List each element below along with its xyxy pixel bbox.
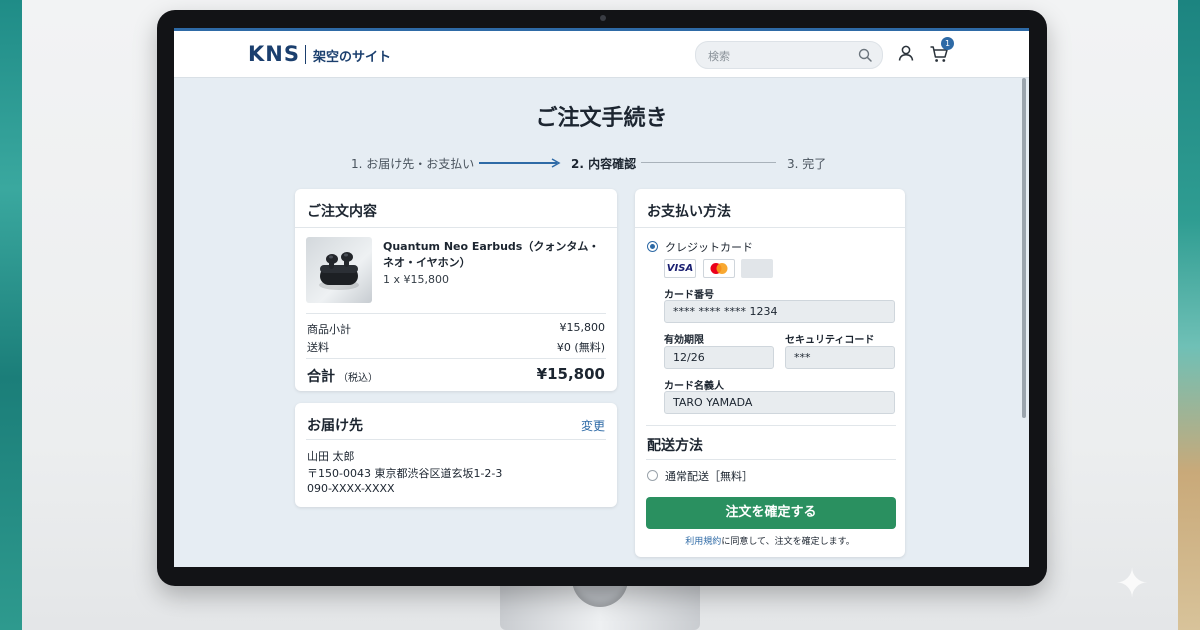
shipping-address-card: お届け先 変更 山田 太郎 〒150-0043 東京都渋谷区道玄坂1-2-3 0… — [295, 403, 617, 507]
card-holder-label: カード名義人 — [664, 381, 724, 392]
total-label-text: 合計 — [307, 369, 335, 385]
card-holder-input[interactable] — [673, 395, 886, 410]
subtotal-value: ¥15,800 — [559, 321, 606, 334]
backdrop-beach-right — [1178, 0, 1200, 630]
credit-card-radio[interactable] — [647, 241, 658, 252]
order-summary-title: ご注文内容 — [307, 204, 377, 220]
expiry-input[interactable] — [673, 350, 765, 365]
total-label: 合計 （税込） — [307, 366, 378, 386]
visa-logo: VISA — [664, 259, 696, 278]
shipping-address-title: お届け先 — [307, 418, 363, 434]
search-input[interactable] — [706, 46, 850, 66]
payment-card: お支払い方法 クレジットカード VISA カード番号 有効期限 セキュリティコー… — [635, 189, 905, 557]
mastercard-logo — [703, 259, 735, 278]
expiry-label: 有効期限 — [664, 335, 704, 346]
camera-icon — [600, 15, 606, 21]
terms-text: に同意して、注文を確定します。 — [721, 537, 855, 547]
mastercard-icon — [710, 263, 728, 274]
cvc-field[interactable] — [785, 346, 895, 369]
subtotal-label: 商品小計 — [307, 323, 351, 336]
site-header: KNS 架空のサイト 1 — [174, 31, 1029, 78]
earbuds-case-icon — [319, 252, 359, 290]
divider — [306, 358, 606, 359]
card-holder-field[interactable] — [664, 391, 895, 414]
scrollbar[interactable] — [1022, 78, 1026, 418]
shipping-fee-value: ¥0 (無料) — [556, 341, 605, 354]
card-brand-placeholder — [741, 259, 773, 278]
total-value: ¥15,800 — [536, 365, 605, 383]
divider — [646, 459, 896, 460]
search-box[interactable] — [695, 41, 883, 69]
step-connector-active — [479, 162, 557, 164]
order-summary-card: ご注文内容 Quantum Neo Earbuds（クォンタム・ネオ・イヤホン）… — [295, 189, 617, 391]
logo-separator — [305, 45, 306, 64]
expiry-field[interactable] — [664, 346, 774, 369]
step-1-label: 1. お届け先・お支払い — [351, 157, 475, 171]
step-arrow-icon — [551, 158, 561, 168]
card-number-input[interactable] — [673, 304, 886, 319]
divider — [306, 439, 606, 440]
payment-method-title: お支払い方法 — [647, 204, 731, 220]
product-quantity-price: 1 x ¥15,800 — [383, 273, 449, 286]
delivery-method-title: 配送方法 — [647, 438, 703, 454]
user-icon[interactable] — [897, 44, 915, 62]
card-number-field[interactable] — [664, 300, 895, 323]
sparkle-icon: ✦ — [1115, 561, 1149, 607]
step-connector-inactive — [641, 162, 776, 163]
divider — [306, 313, 606, 314]
terms-notice: 利用規約に同意して、注文を確定します。 — [635, 534, 905, 547]
monitor-screen: KNS 架空のサイト 1 ご注文手続き 1. お届け先・お支払い 2. 内容確認… — [174, 28, 1029, 567]
divider — [635, 227, 905, 228]
confirm-order-button[interactable]: 注文を確定する — [646, 497, 896, 529]
site-logo[interactable]: KNS — [248, 42, 300, 66]
recipient-name: 山田 太郎 — [307, 450, 355, 463]
site-name: 架空のサイト — [313, 50, 392, 65]
change-address-link[interactable]: 変更 — [581, 417, 605, 434]
recipient-phone: 090-XXXX-XXXX — [307, 482, 395, 495]
terms-link[interactable]: 利用規約 — [685, 537, 721, 547]
search-icon[interactable] — [857, 47, 873, 63]
cart-count-badge: 1 — [941, 37, 954, 50]
card-number-label: カード番号 — [664, 290, 714, 301]
tax-note: （税込） — [338, 373, 378, 384]
product-image — [306, 237, 372, 303]
standard-delivery-label[interactable]: 通常配送［無料］ — [665, 468, 753, 484]
product-name: Quantum Neo Earbuds（クォンタム・ネオ・イヤホン） — [383, 240, 600, 269]
shipping-fee-label: 送料 — [307, 341, 329, 354]
divider — [295, 227, 617, 228]
page-title: ご注文手続き — [535, 106, 668, 131]
cvc-label: セキュリティコード — [785, 335, 875, 346]
credit-card-label[interactable]: クレジットカード — [665, 239, 753, 255]
recipient-address: 〒150-0043 東京都渋谷区道玄坂1-2-3 — [307, 467, 503, 480]
step-2-label: 2. 内容確認 — [571, 157, 637, 171]
visa-text: VISA — [666, 263, 694, 274]
standard-delivery-radio[interactable] — [647, 470, 658, 481]
cvc-input[interactable] — [794, 350, 886, 365]
divider — [646, 425, 896, 426]
backdrop-ocean-left — [0, 0, 22, 630]
step-3-label: 3. 完了 — [787, 157, 827, 171]
